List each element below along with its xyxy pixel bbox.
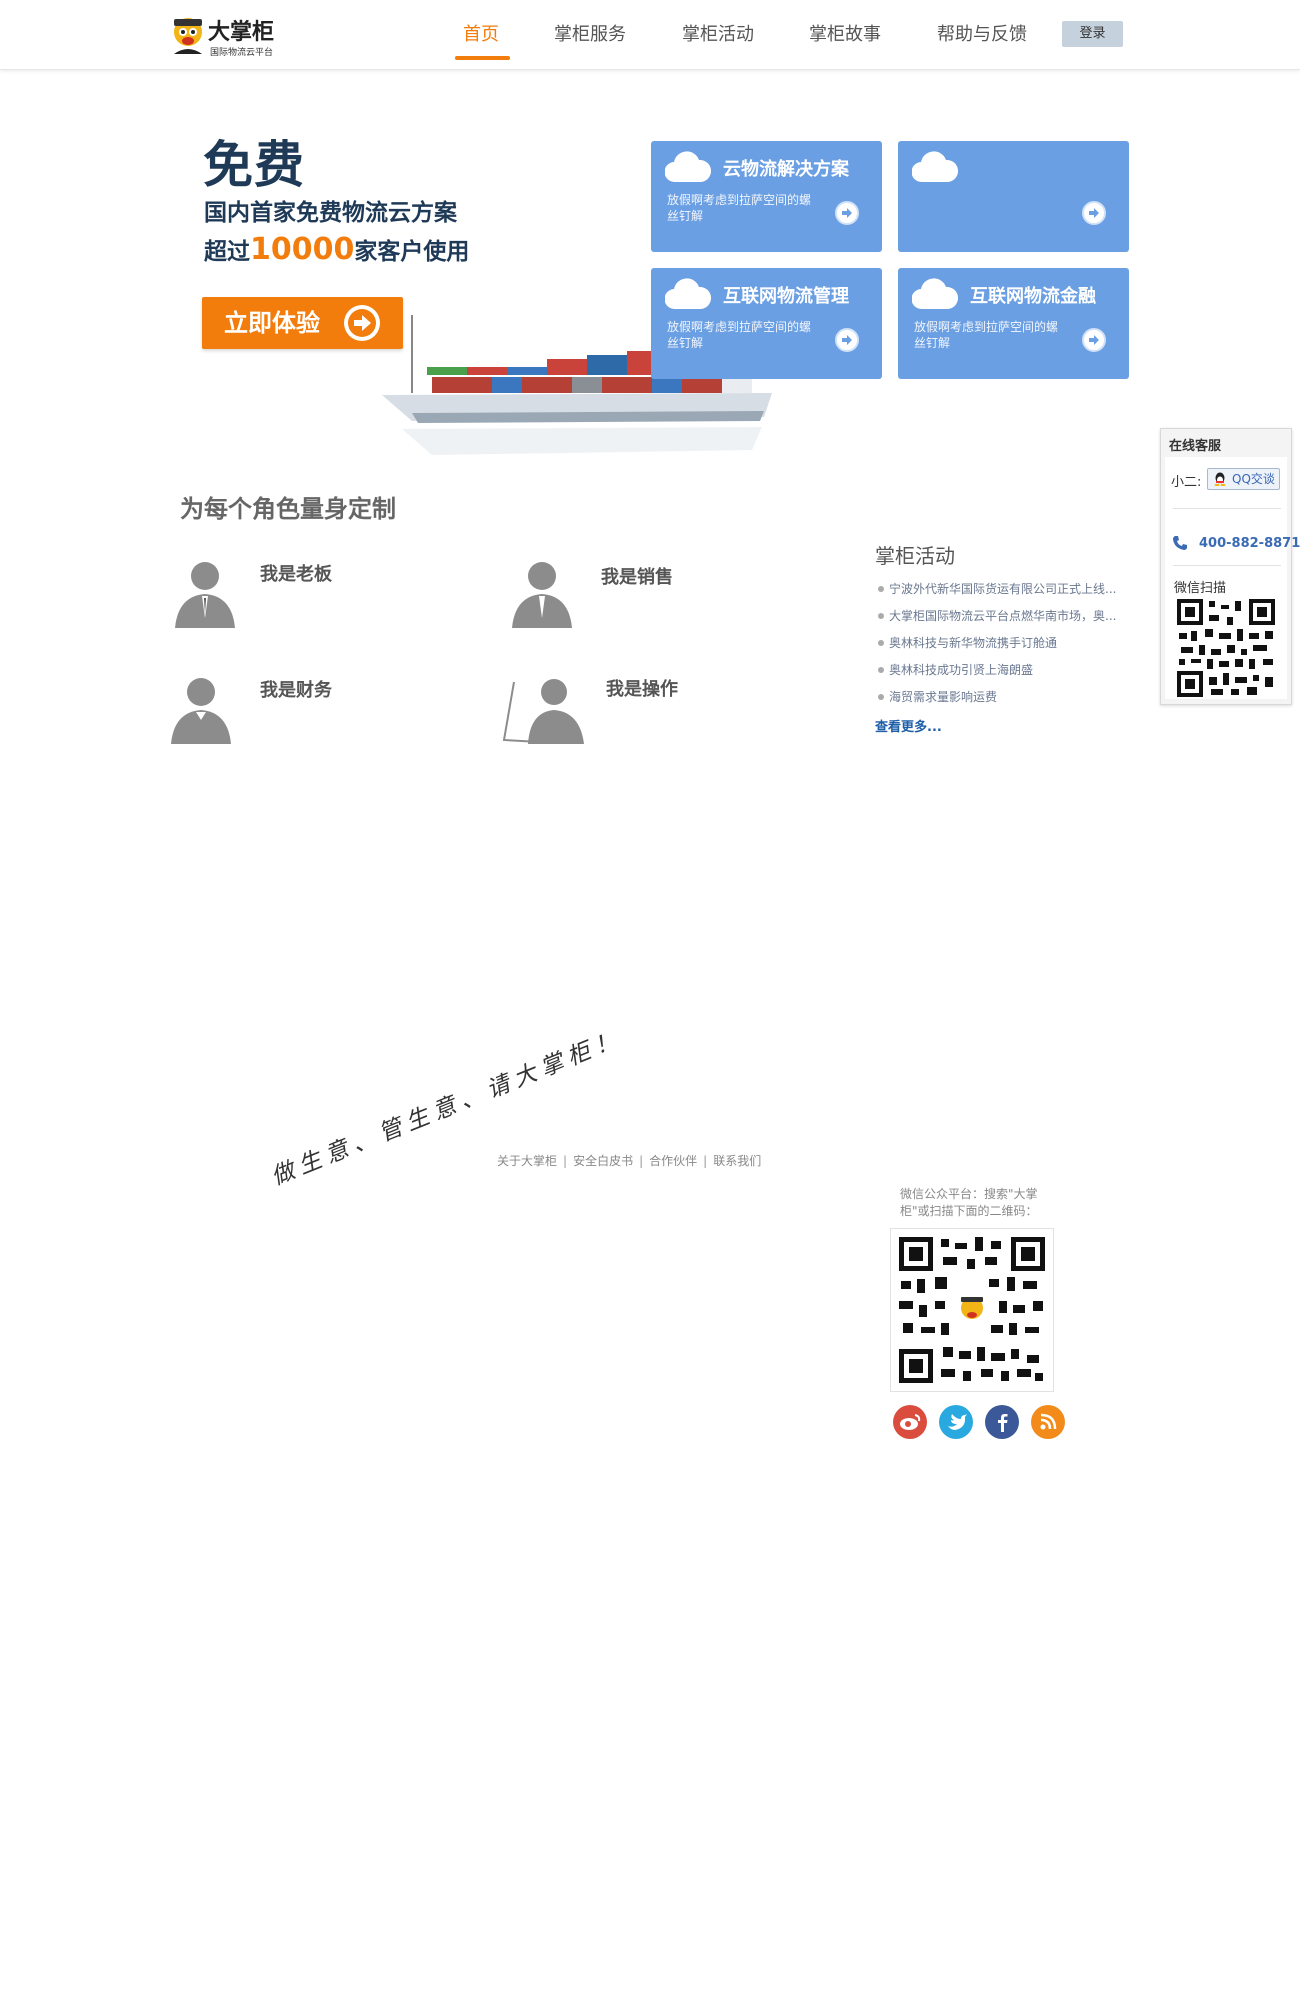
cloud-icon xyxy=(665,278,711,310)
nav-active-indicator xyxy=(455,56,510,60)
service-body: 小二: QQ交谈 400-882-8871 微信扫描 xyxy=(1165,457,1300,699)
site-header: 大掌柜 国际物流云平台 首页 掌柜服务 掌柜活动 掌柜故事 帮助与反馈 登录 xyxy=(0,0,1300,70)
cloud-icon xyxy=(912,278,958,310)
nav-stories[interactable]: 掌柜故事 xyxy=(809,20,881,64)
card-description: 放假啊考虑到拉萨空间的螺丝钉解 xyxy=(667,193,812,223)
footer-link-partners[interactable]: 合作伙伴 xyxy=(649,1154,697,1168)
hero-subline-suffix: 家客户使用 xyxy=(354,239,470,265)
wechat-official-qr-code xyxy=(890,1228,1054,1392)
arrow-right-icon[interactable] xyxy=(1082,201,1106,225)
wechat-scan-label: 微信扫描 xyxy=(1174,581,1227,596)
sales-icon[interactable] xyxy=(507,556,577,628)
link-separator: | xyxy=(703,1154,708,1168)
role-boss-label[interactable]: 我是老板 xyxy=(260,560,332,586)
finance-icon[interactable] xyxy=(166,672,236,744)
phone-icon xyxy=(1173,536,1187,550)
arrow-right-icon[interactable] xyxy=(1082,328,1106,352)
cloud-icon xyxy=(912,151,958,183)
arrow-right-icon[interactable] xyxy=(835,328,859,352)
site-logo[interactable]: 大掌柜 国际物流云平台 xyxy=(168,10,278,60)
card-description: 放假啊考虑到拉萨空间的螺丝钉解 xyxy=(914,320,1059,350)
wechat-platform-text: 微信公众平台：搜索"大掌柜"或扫描下面的二维码： xyxy=(900,1187,1038,1218)
cloud-icon xyxy=(665,151,711,183)
wechat-qr-code xyxy=(1175,597,1277,699)
arrow-right-icon[interactable] xyxy=(835,201,859,225)
card-internet-logistics-finance[interactable]: 互联网物流金融 放假啊考虑到拉萨空间的螺丝钉解 xyxy=(898,268,1129,379)
role-finance-label[interactable]: 我是财务 xyxy=(260,676,332,702)
footer-link-contact[interactable]: 联系我们 xyxy=(713,1154,761,1168)
link-separator: | xyxy=(563,1154,568,1168)
card-description: 放假啊考虑到拉萨空间的螺丝钉解 xyxy=(667,320,812,350)
try-now-button[interactable]: 立即体验 xyxy=(202,297,403,349)
facebook-icon[interactable] xyxy=(985,1405,1019,1439)
logo-subtitle: 国际物流云平台 xyxy=(210,48,274,58)
activities-more-link[interactable]: 查看更多... xyxy=(875,716,942,735)
weibo-icon[interactable] xyxy=(893,1405,927,1439)
link-separator: | xyxy=(639,1154,644,1168)
qq-icon xyxy=(1214,472,1226,486)
service-agent-label: 小二: xyxy=(1171,475,1202,490)
logo-name: 大掌柜 xyxy=(208,19,275,45)
service-phone-number[interactable]: 400-882-8871 xyxy=(1199,536,1300,551)
activities-title: 掌柜活动 xyxy=(875,544,955,568)
card-title: 互联网物流金融 xyxy=(970,286,1096,307)
rss-icon[interactable] xyxy=(1031,1405,1065,1439)
roles-section-title: 为每个角色量身定制 xyxy=(180,495,396,523)
qq-chat-label: QQ交谈 xyxy=(1232,472,1275,486)
role-operator-label[interactable]: 我是操作 xyxy=(606,675,678,701)
operator-icon[interactable] xyxy=(500,672,586,744)
service-title: 在线客服 xyxy=(1169,439,1222,454)
footer-links: 关于大掌柜 | 安全白皮书 | 合作伙伴 | 联系我们 xyxy=(497,1152,761,1169)
boss-icon[interactable] xyxy=(170,556,240,628)
card-title: 互联网物流管理 xyxy=(723,286,849,307)
activity-item[interactable]: 海贸需求量影响运费 xyxy=(875,686,1123,713)
login-button[interactable]: 登录 xyxy=(1062,21,1123,47)
try-now-label: 立即体验 xyxy=(224,309,320,337)
activities-list: 宁波外代新华国际货运有限公司正式上线... 大掌柜国际物流云平台点燃华南市场，奥… xyxy=(875,578,1123,713)
customer-count: 10000 xyxy=(250,232,355,267)
divider xyxy=(1173,508,1281,509)
online-service-panel: 在线客服 小二: QQ交谈 400-882-8871 微信扫描 xyxy=(1160,428,1300,705)
activity-item[interactable]: 奥林科技成功引贤上海朗盛 xyxy=(875,659,1123,686)
card-blank[interactable] xyxy=(898,141,1129,252)
activity-item[interactable]: 大掌柜国际物流云平台点燃华南市场，奥... xyxy=(875,605,1123,632)
nav-services[interactable]: 掌柜服务 xyxy=(554,20,626,64)
hero-subline-2: 超过10000家客户使用 xyxy=(204,232,469,267)
footer-link-whitepaper[interactable]: 安全白皮书 xyxy=(573,1154,633,1168)
card-internet-logistics-management[interactable]: 互联网物流管理 放假啊考虑到拉萨空间的螺丝钉解 xyxy=(651,268,882,379)
role-sales-label[interactable]: 我是销售 xyxy=(601,563,673,589)
twitter-icon[interactable] xyxy=(939,1405,973,1439)
activity-item[interactable]: 奥林科技与新华物流携手订舱通 xyxy=(875,632,1123,659)
hero-subline-1: 国内首家免费物流云方案 xyxy=(204,200,457,226)
card-cloud-logistics[interactable]: 云物流解决方案 放假啊考虑到拉萨空间的螺丝钉解 xyxy=(651,141,882,252)
footer-link-about[interactable]: 关于大掌柜 xyxy=(497,1154,557,1168)
card-title: 云物流解决方案 xyxy=(723,159,849,180)
activity-item[interactable]: 宁波外代新华国际货运有限公司正式上线... xyxy=(875,578,1123,605)
footer-slogan: 做生意、管生意、请大掌柜！ xyxy=(255,1025,627,1235)
hero-subline-prefix: 超过 xyxy=(204,239,250,265)
divider xyxy=(1173,565,1281,566)
hero-headline: 免费 xyxy=(203,136,305,194)
nav-activities[interactable]: 掌柜活动 xyxy=(682,20,754,64)
arrow-right-icon xyxy=(344,305,380,341)
nav-help-feedback[interactable]: 帮助与反馈 xyxy=(937,20,1027,64)
qq-chat-button[interactable]: QQ交谈 xyxy=(1207,468,1280,490)
